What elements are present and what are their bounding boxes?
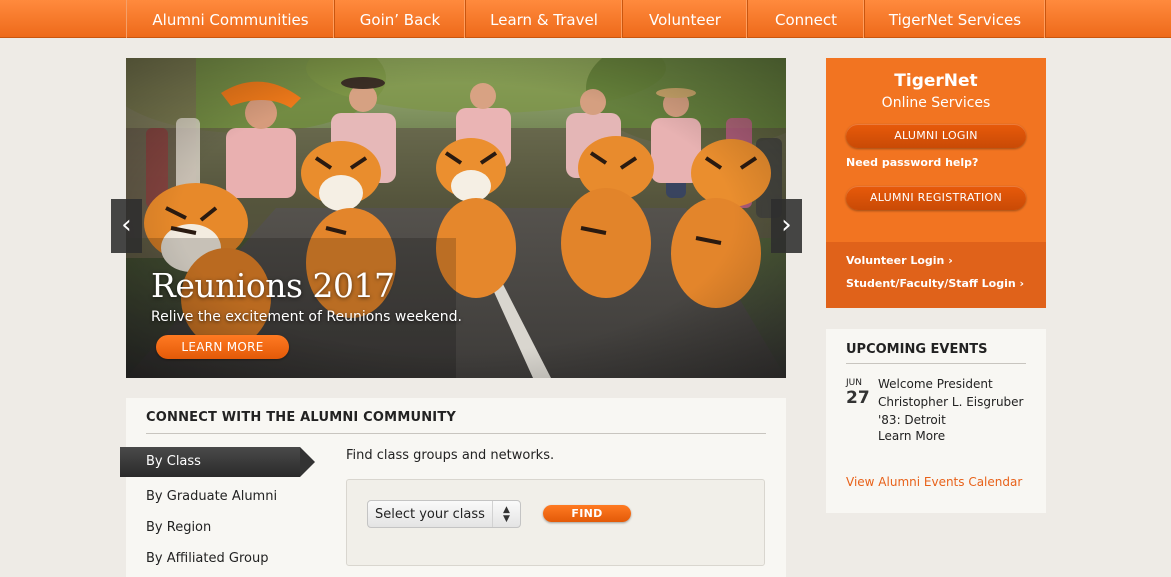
main-menu: Alumni Communities Goin’ Back Learn & Tr…	[126, 0, 1046, 38]
nav-connect[interactable]: Connect	[748, 0, 865, 38]
tab-by-region[interactable]: By Region	[146, 520, 211, 535]
carousel-next-button[interactable]: ›	[771, 199, 802, 253]
event-title-link[interactable]: Welcome President Christopher L. Eisgrub…	[878, 375, 1038, 429]
tab-by-affiliated-group[interactable]: By Affiliated Group	[146, 551, 268, 566]
nav-volunteer[interactable]: Volunteer	[623, 0, 748, 38]
event-learn-more-link[interactable]: Learn More	[878, 429, 945, 443]
hero-subtitle: Relive the excitement of Reunions weeken…	[151, 309, 463, 325]
find-button[interactable]: FIND	[543, 505, 631, 522]
connect-title: CONNECT WITH THE ALUMNI COMMUNITY	[146, 410, 766, 434]
hero-title: Reunions 2017	[151, 266, 395, 305]
volunteer-login-link[interactable]: Volunteer Login ›	[846, 254, 953, 267]
select-arrows-icon: ▲ ▼	[492, 501, 520, 527]
upcoming-events-panel: UPCOMING EVENTS JUN 27 Welcome President…	[826, 329, 1046, 513]
top-navigation-bar: Alumni Communities Goin’ Back Learn & Tr…	[0, 0, 1171, 38]
staff-login-link[interactable]: Student/Faculty/Staff Login ›	[846, 277, 1024, 290]
nav-alumni-communities[interactable]: Alumni Communities	[127, 0, 335, 38]
nav-tigernet-services[interactable]: TigerNet Services	[865, 0, 1046, 38]
hero-carousel[interactable]: Reunions 2017 Relive the excitement of R…	[126, 58, 786, 378]
events-title: UPCOMING EVENTS	[846, 342, 1026, 364]
alumni-login-button[interactable]: ALUMNI LOGIN	[846, 124, 1026, 148]
carousel-prev-button[interactable]: ‹	[111, 199, 142, 253]
event-month: JUN	[846, 378, 862, 388]
chevron-right-icon: ›	[781, 210, 792, 240]
tigernet-secondary-logins	[826, 242, 1046, 308]
connect-description: Find class groups and networks.	[346, 448, 555, 463]
hero-photo	[126, 58, 786, 378]
tab-by-class[interactable]: By Class	[120, 447, 315, 477]
class-select-value: Select your class	[375, 507, 485, 522]
tigernet-title: TigerNet	[894, 71, 978, 91]
learn-more-button[interactable]: LEARN MORE	[156, 335, 289, 359]
alumni-registration-button[interactable]: ALUMNI REGISTRATION	[846, 186, 1026, 210]
nav-goin-back[interactable]: Goin’ Back	[335, 0, 466, 38]
class-select[interactable]: Select your class ▲ ▼	[367, 500, 521, 528]
nav-learn-travel[interactable]: Learn & Travel	[466, 0, 623, 38]
tigernet-panel: TigerNet Online Services ALUMNI LOGIN Ne…	[826, 58, 1046, 308]
event-day: 27	[846, 388, 870, 408]
tigernet-subtitle: Online Services	[881, 95, 991, 111]
chevron-left-icon: ‹	[121, 210, 132, 240]
password-help-link[interactable]: Need password help?	[846, 156, 978, 169]
tab-by-graduate-alumni[interactable]: By Graduate Alumni	[146, 489, 277, 504]
events-calendar-link[interactable]: View Alumni Events Calendar	[846, 475, 1022, 489]
